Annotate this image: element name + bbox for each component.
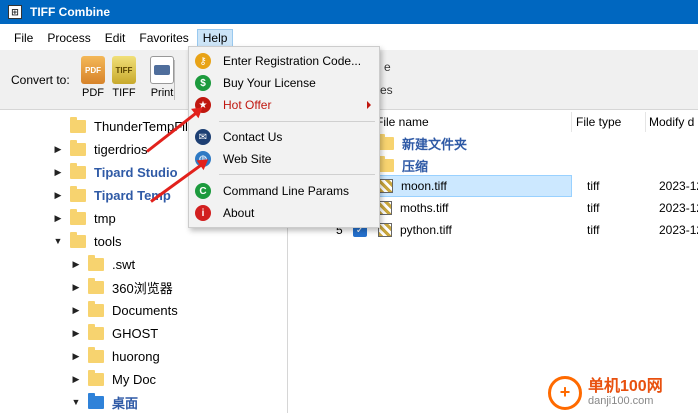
convert-pdf-button[interactable]: PDF PDF xyxy=(78,56,108,99)
menu-enter-registration-code[interactable]: ⚷ Enter Registration Code... xyxy=(189,50,379,72)
desktop-folder-icon xyxy=(88,392,104,409)
tree-item[interactable]: ▶ My Doc xyxy=(70,369,156,389)
tree-expander-icon[interactable]: ▶ xyxy=(70,374,82,385)
convert-tiff-button[interactable]: TIFF TIFF xyxy=(109,56,139,99)
folder-icon xyxy=(88,300,104,317)
tree-item[interactable]: ▶ Documents xyxy=(70,300,178,320)
pdf-icon: PDF xyxy=(81,56,105,84)
folder-icon xyxy=(88,346,104,363)
tree-expander-icon[interactable]: ▶ xyxy=(70,259,82,270)
pdf-button-label: PDF xyxy=(82,87,104,99)
tree-item[interactable]: ThunderTempFile xyxy=(52,116,195,136)
menu-web-site[interactable]: ◍ Web Site xyxy=(189,148,379,170)
folder-icon xyxy=(70,231,86,248)
menu-bar: File Process Edit Favorites Help xyxy=(0,28,698,48)
tiff-thumbnail-icon xyxy=(378,223,392,237)
print-button-label: Print xyxy=(150,87,174,99)
tree-item[interactable]: ▶ GHOST xyxy=(70,323,158,343)
dollar-icon: $ xyxy=(195,75,211,91)
tree-item[interactable]: ▶ tmp xyxy=(52,208,116,228)
file-type-cell: tiff xyxy=(587,223,600,237)
menu-separator xyxy=(219,121,375,122)
help-menu-dropdown: ⚷ Enter Registration Code... $ Buy Your … xyxy=(188,46,380,228)
tiff-button-label: TIFF xyxy=(112,87,136,99)
tiff-icon: TIFF xyxy=(112,56,136,84)
tree-item[interactable]: ▼ tools xyxy=(52,231,121,251)
tree-item[interactable]: ▶ huorong xyxy=(70,346,160,366)
title-bar: ⊞ TIFF Combine xyxy=(0,0,698,24)
tree-item[interactable]: ▶ tigerdrios xyxy=(52,139,147,159)
submenu-arrow-icon xyxy=(367,101,371,109)
folder-icon xyxy=(70,139,86,156)
menu-favorites[interactable]: Favorites xyxy=(133,29,194,47)
tree-expander-icon[interactable]: ▶ xyxy=(70,282,82,293)
print-button[interactable]: Print xyxy=(147,56,177,99)
folder-icon xyxy=(70,185,86,202)
tree-expander-icon[interactable]: ▶ xyxy=(70,305,82,316)
folder-icon xyxy=(88,323,104,340)
menu-file[interactable]: File xyxy=(8,29,39,47)
column-modify-date[interactable]: Modify d xyxy=(649,112,698,132)
tree-expander-icon[interactable]: ▶ xyxy=(52,190,64,201)
tiff-thumbnail-icon xyxy=(378,201,392,215)
folder-icon xyxy=(378,133,394,150)
folder-icon xyxy=(70,162,86,179)
column-file-name[interactable]: File name xyxy=(374,112,572,132)
tree-expander-icon[interactable]: ▶ xyxy=(52,144,64,155)
tree-item[interactable]: ▶ Tipard Studio xyxy=(52,162,178,182)
folder-icon xyxy=(88,277,104,294)
tiff-thumbnail-icon xyxy=(379,179,393,193)
menu-process[interactable]: Process xyxy=(41,29,96,47)
watermark-url: danji100.com xyxy=(588,395,654,408)
watermark-plus-icon: + xyxy=(548,375,582,410)
watermark-brand: 单机100网 xyxy=(588,377,663,395)
file-type-cell: tiff xyxy=(587,179,600,193)
watermark-logo: + 单机100网 danji100.com xyxy=(548,372,698,413)
folder-icon xyxy=(88,254,104,271)
tree-item[interactable]: ▶ .swt xyxy=(70,254,135,274)
tree-expander-icon[interactable]: ▶ xyxy=(70,351,82,362)
tree-expander-icon[interactable]: ▶ xyxy=(70,328,82,339)
menu-separator xyxy=(219,174,375,175)
window-title: TIFF Combine xyxy=(30,5,110,19)
printer-icon xyxy=(150,56,174,84)
column-file-type[interactable]: File type xyxy=(576,112,646,132)
tree-expander-icon[interactable]: ▶ xyxy=(52,213,64,224)
menu-help[interactable]: Help xyxy=(196,29,234,47)
tree-item[interactable]: ▶ Tipard Temp xyxy=(52,185,171,205)
toolbar-divider xyxy=(174,60,175,100)
key-icon: ⚷ xyxy=(195,53,211,69)
file-date-cell: 2023-12 xyxy=(659,201,698,215)
tree-item[interactable]: ▼ 桌面 xyxy=(70,392,138,412)
info-icon: i xyxy=(195,205,211,221)
convert-to-label: Convert to: xyxy=(11,73,70,87)
tree-item[interactable]: ▶ 360浏览器 xyxy=(70,277,173,297)
file-date-cell: 2023-12 xyxy=(659,223,698,237)
toolbar-partial-text-2: es xyxy=(380,83,393,97)
folder-icon xyxy=(88,369,104,386)
menu-about[interactable]: i About xyxy=(189,202,379,224)
tree-expander-icon[interactable]: ▶ xyxy=(52,167,64,178)
tree-expander-icon[interactable]: ▼ xyxy=(52,236,64,246)
envelope-icon: ✉ xyxy=(195,129,211,145)
tree-expander-icon[interactable]: ▼ xyxy=(70,397,82,407)
folder-icon xyxy=(378,155,394,172)
file-type-cell: tiff xyxy=(587,201,600,215)
menu-hot-offer[interactable]: ★ Hot Offer xyxy=(189,94,379,116)
menu-edit[interactable]: Edit xyxy=(99,29,132,47)
menu-buy-license[interactable]: $ Buy Your License xyxy=(189,72,379,94)
toolbar-partial-text-1: e xyxy=(384,60,391,74)
file-date-cell: 2023-12 xyxy=(659,179,698,193)
folder-icon xyxy=(70,208,86,225)
command-line-icon: C xyxy=(195,183,211,199)
menu-command-line-params[interactable]: C Command Line Params xyxy=(189,180,379,202)
folder-icon xyxy=(70,116,86,133)
menu-contact-us[interactable]: ✉ Contact Us xyxy=(189,126,379,148)
app-icon: ⊞ xyxy=(8,5,22,19)
